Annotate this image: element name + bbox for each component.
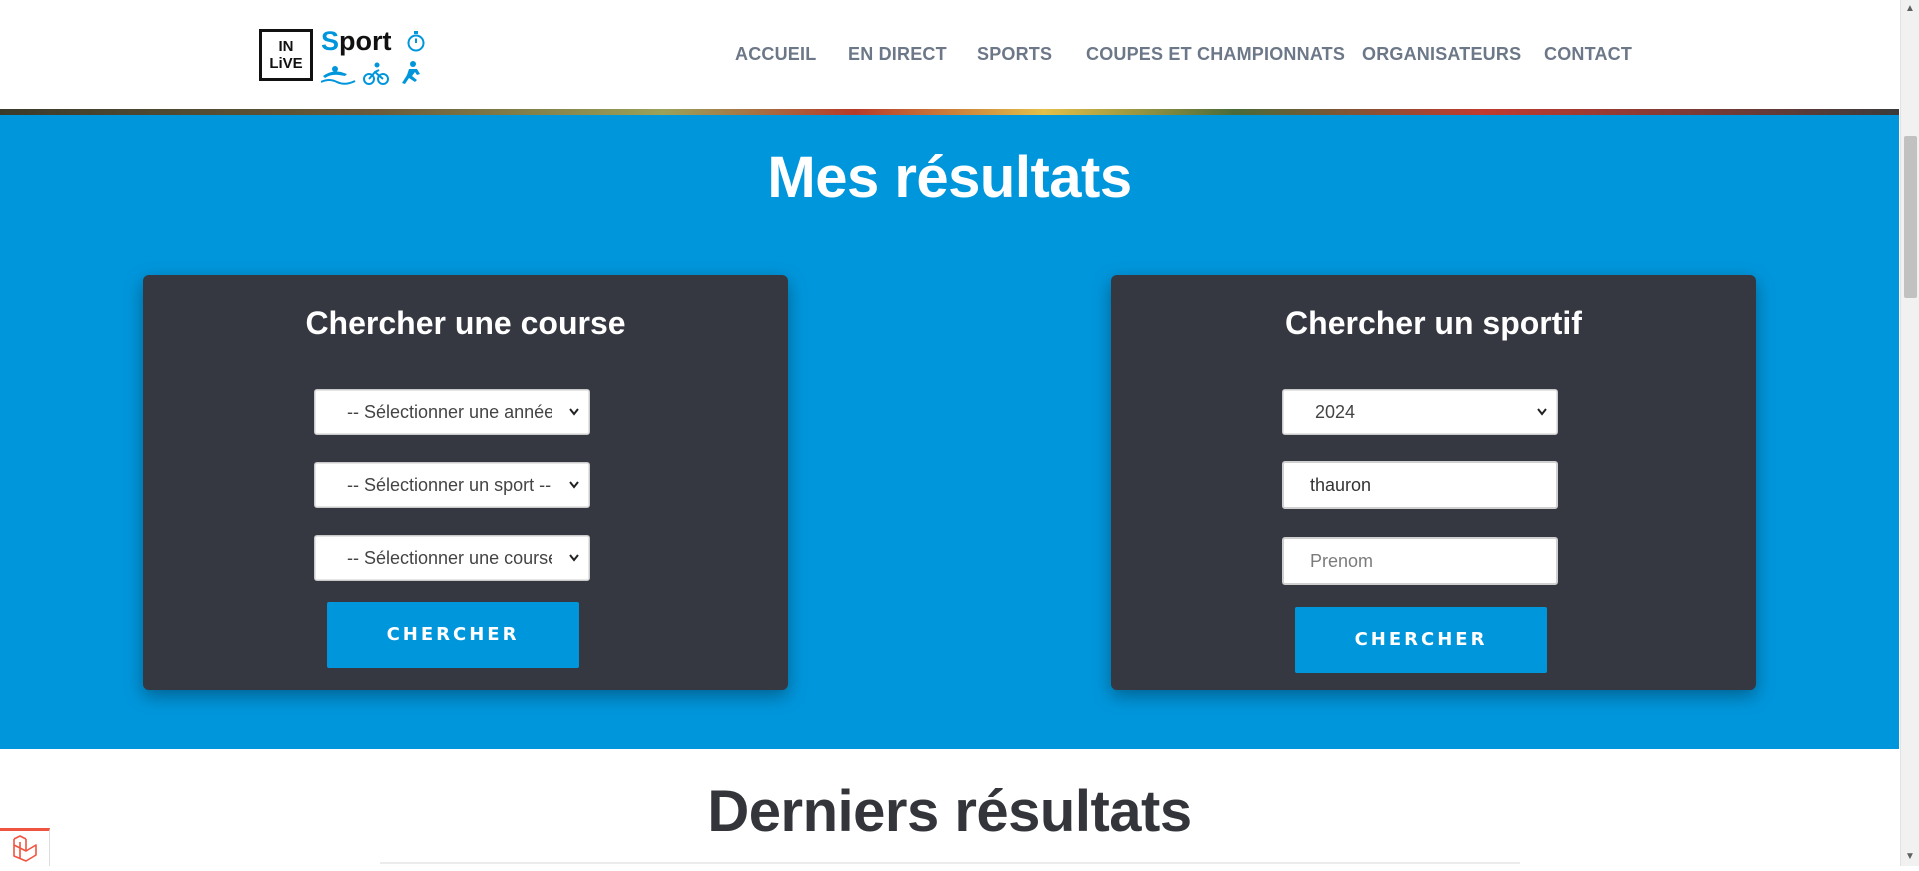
course-search-button[interactable]: CHERCHER xyxy=(327,602,579,668)
athlete-search-title: Chercher un sportif xyxy=(1285,305,1582,341)
results-title: Mes résultats xyxy=(767,145,1132,210)
nav-en-direct[interactable]: EN DIRECT xyxy=(848,44,947,65)
main-nav: ACCUEIL EN DIRECT SPORTS COUPES ET CHAMP… xyxy=(0,44,1899,68)
year-select[interactable]: -- Sélectionner une année -- xyxy=(314,389,590,435)
firstname-input[interactable]: Prenom xyxy=(1282,537,1558,585)
sport-select[interactable]: -- Sélectionner un sport -- xyxy=(314,462,590,508)
scrollbar-thumb[interactable] xyxy=(1904,136,1917,298)
page-scrollbar[interactable]: ▲ ▼ xyxy=(1900,0,1919,866)
nav-accueil[interactable]: ACCUEIL xyxy=(735,44,816,65)
chevron-down-icon xyxy=(569,554,579,562)
nav-contact[interactable]: CONTACT xyxy=(1544,44,1632,65)
athlete-search-button[interactable]: CHERCHER xyxy=(1295,607,1547,673)
divider xyxy=(380,862,1520,864)
lastname-input[interactable]: thauron xyxy=(1282,461,1558,509)
race-select[interactable]: -- Sélectionner une course -- xyxy=(314,535,590,581)
nav-organisateurs[interactable]: ORGANISATEURS xyxy=(1362,44,1521,65)
laravel-debugbar-toggle[interactable] xyxy=(0,828,50,866)
swimmer-icon xyxy=(321,66,356,85)
nav-coupes-et-championnats[interactable]: COUPES ET CHAMPIONNATS xyxy=(1086,44,1345,65)
site-header: IN LiVE Sport ACCUEIL EN DIRECT SPORTS C… xyxy=(0,0,1899,112)
nav-sports[interactable]: SPORTS xyxy=(977,44,1052,65)
chevron-down-icon xyxy=(569,408,579,416)
chevron-down-icon xyxy=(569,481,579,489)
chevron-down-icon xyxy=(1537,408,1547,416)
scroll-down-icon[interactable]: ▼ xyxy=(1905,852,1915,862)
athlete-search-card: Chercher un sportif 2024 thauron Prenom … xyxy=(1111,275,1756,690)
course-search-title: Chercher une course xyxy=(305,305,626,341)
results-section: Mes résultats Chercher une course -- Sél… xyxy=(0,115,1899,749)
scroll-up-icon[interactable]: ▲ xyxy=(1905,4,1915,14)
latest-results-title: Derniers résultats xyxy=(707,779,1192,844)
laravel-icon xyxy=(13,835,37,862)
course-search-card: Chercher une course -- Sélectionner une … xyxy=(143,275,788,690)
athlete-year-select[interactable]: 2024 xyxy=(1282,389,1558,435)
